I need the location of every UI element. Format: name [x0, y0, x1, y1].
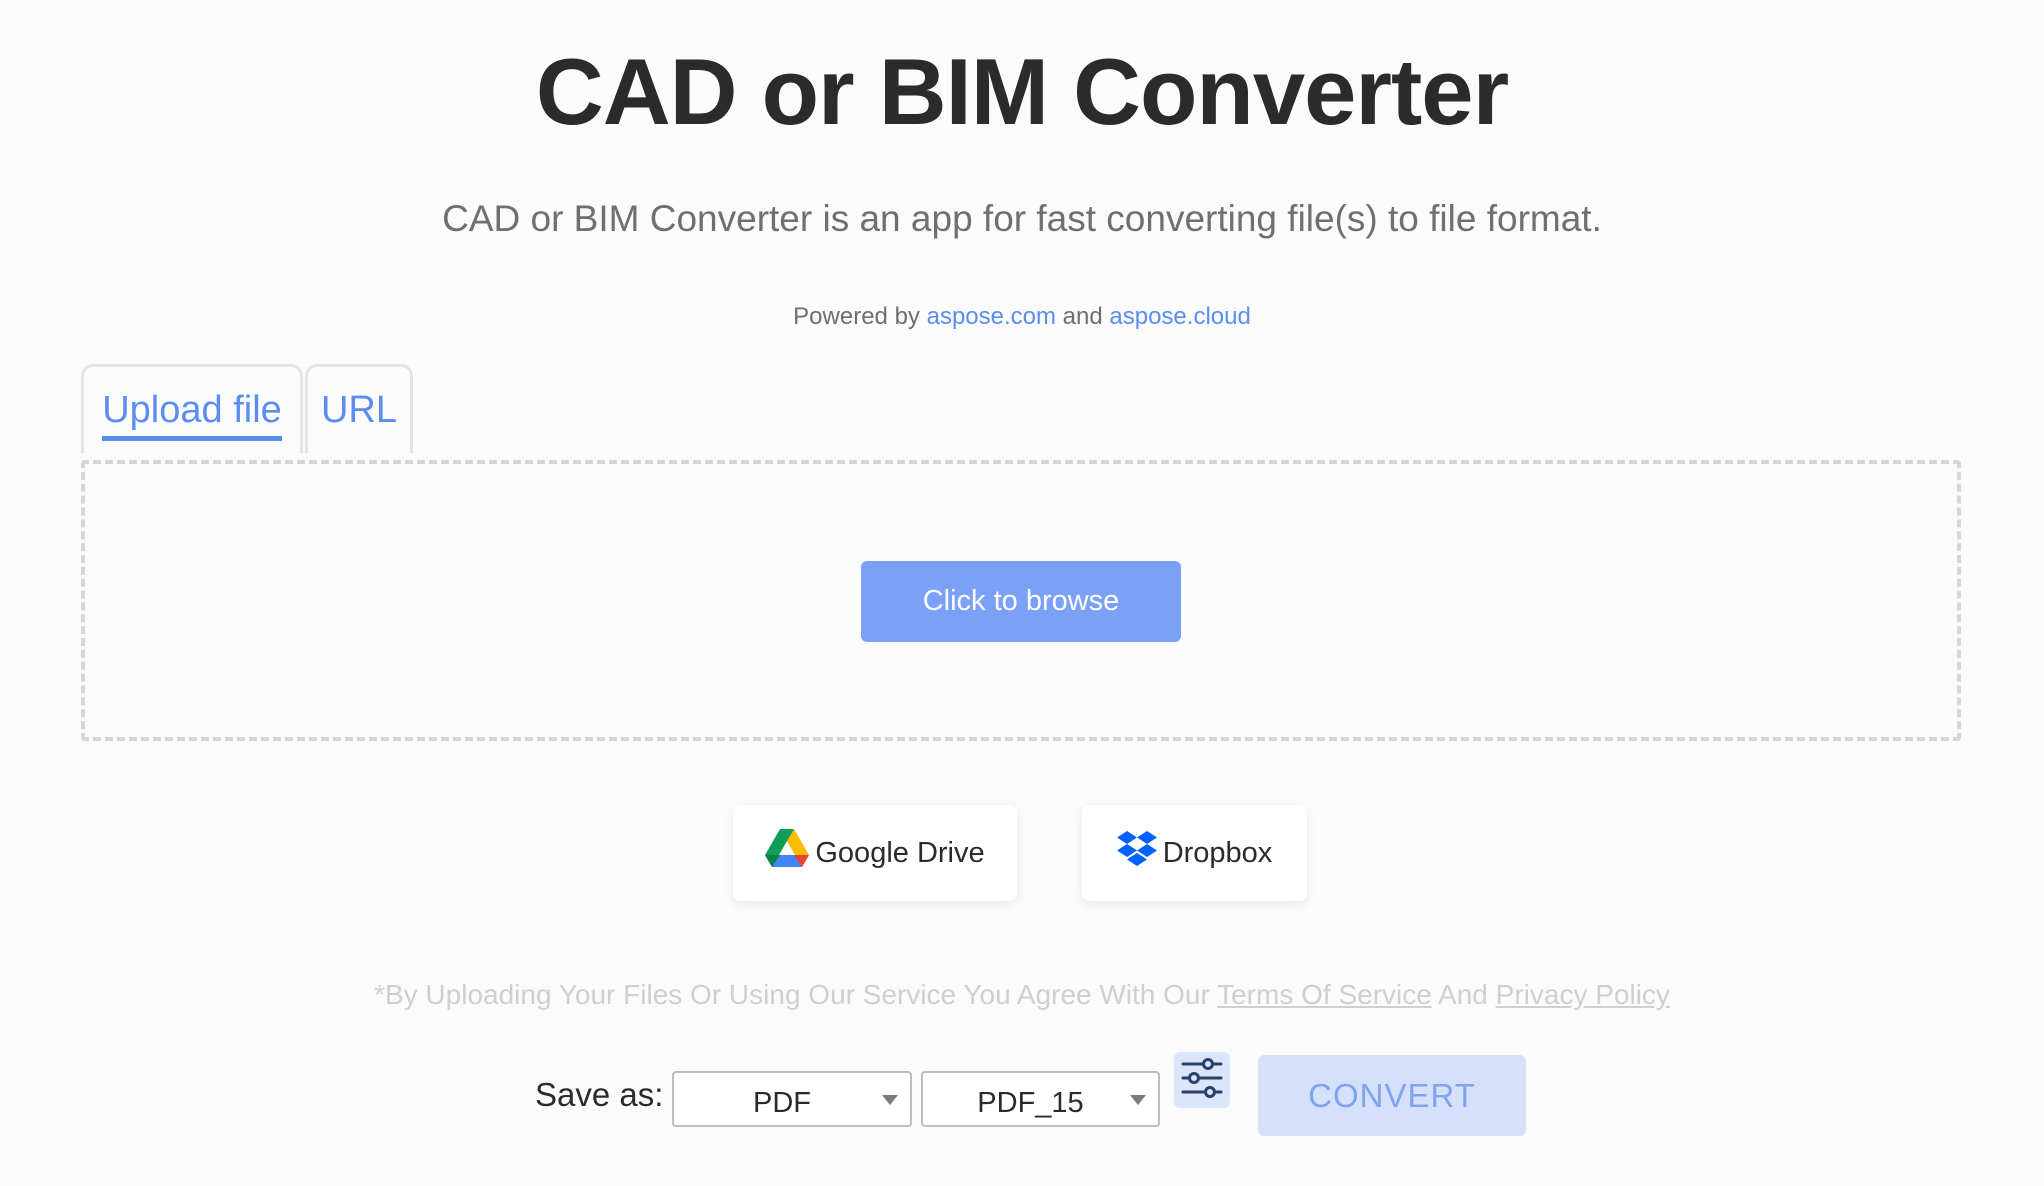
- sliders-icon: [1178, 1054, 1226, 1107]
- aspose-cloud-link[interactable]: aspose.cloud: [1109, 303, 1250, 330]
- tab-url[interactable]: URL: [305, 364, 413, 453]
- page-subtitle: CAD or BIM Converter is an app for fast …: [442, 198, 1602, 239]
- page-title: CAD or BIM Converter: [535, 39, 1509, 144]
- upload-tabs: Upload file URL: [81, 364, 413, 454]
- save-as-label: Save as:: [535, 1076, 664, 1113]
- powered-by-prefix: Powered by: [793, 303, 920, 330]
- tab-upload-file-label: Upload file: [102, 389, 282, 441]
- page: CAD or BIM Converter CAD or BIM Converte…: [0, 0, 2044, 1186]
- legal-prefix: *By Uploading Your Files Or Using Our Se…: [374, 979, 1210, 1010]
- format-version-select[interactable]: PDF_15: [921, 1071, 1160, 1127]
- dropbox-button[interactable]: Dropbox: [1082, 805, 1307, 901]
- dropbox-label: Dropbox: [1162, 836, 1273, 869]
- google-drive-label: Google Drive: [815, 836, 985, 869]
- convert-button[interactable]: CONVERT: [1258, 1055, 1526, 1136]
- chevron-down-icon: [1130, 1095, 1146, 1105]
- tab-url-label: URL: [320, 388, 398, 431]
- powered-by: Powered by aspose.com and aspose.cloud: [0, 303, 2044, 331]
- browse-button[interactable]: Click to browse: [861, 561, 1181, 642]
- terms-of-service-link[interactable]: Terms Of Service: [1217, 979, 1432, 1010]
- dropbox-icon: [1116, 830, 1163, 876]
- tab-upload-file[interactable]: Upload file: [81, 364, 303, 453]
- google-drive-icon: [765, 829, 815, 877]
- privacy-policy-link[interactable]: Privacy Policy: [1496, 979, 1670, 1010]
- legal-notice: *By Uploading Your Files Or Using Our Se…: [0, 979, 2044, 1011]
- output-format-value: PDF: [753, 1086, 811, 1119]
- google-drive-button[interactable]: Google Drive: [733, 805, 1017, 901]
- output-format-select[interactable]: PDF: [672, 1071, 912, 1127]
- format-version-value: PDF_15: [977, 1086, 1084, 1119]
- settings-button[interactable]: [1174, 1052, 1230, 1108]
- aspose-com-link[interactable]: aspose.com: [927, 303, 1056, 330]
- chevron-down-icon: [882, 1095, 898, 1105]
- powered-by-and: and: [1062, 303, 1103, 330]
- legal-and: And: [1438, 979, 1488, 1010]
